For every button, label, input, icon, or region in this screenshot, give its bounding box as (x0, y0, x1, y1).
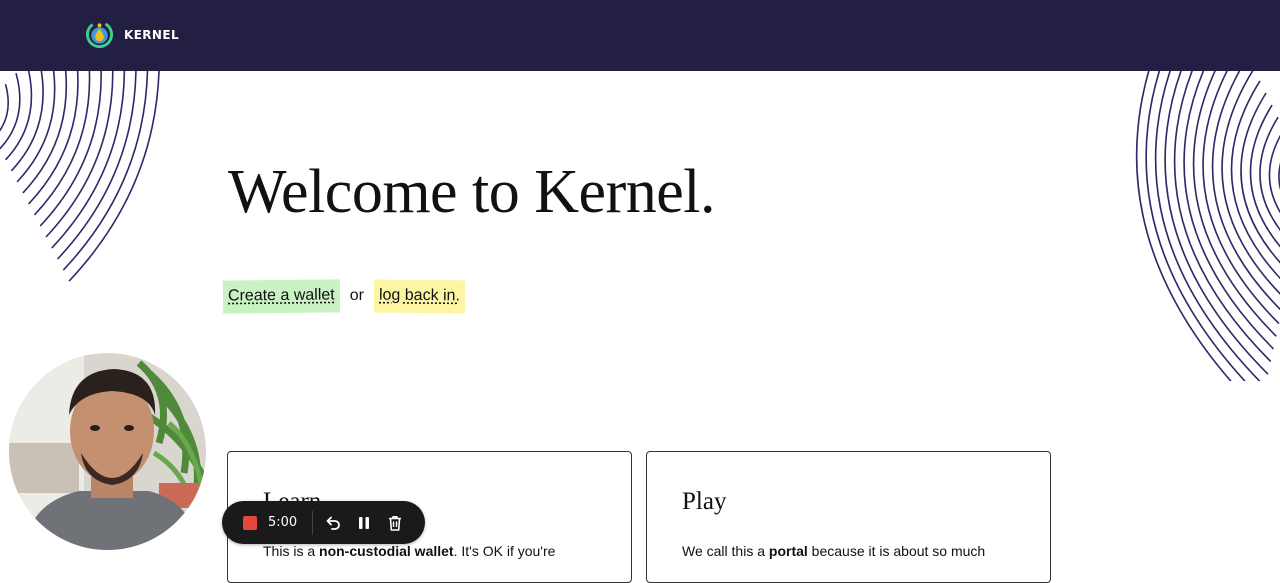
webcam-video-feed (9, 353, 206, 550)
play-card-text: We call this a portal because it is abou… (682, 543, 986, 559)
decorative-contour-lines-right (1135, 71, 1280, 381)
brand-name: KERNEL (124, 27, 180, 42)
recording-timer: 5:00 (268, 515, 298, 530)
kernel-logo-icon (85, 20, 114, 49)
top-navbar: KERNEL (0, 0, 1280, 71)
decorative-contour-lines-left (0, 71, 160, 282)
create-wallet-link[interactable]: Create a wallet (222, 278, 340, 314)
recorder-divider (312, 510, 313, 535)
play-card-title: Play (682, 488, 727, 515)
brand-home-link[interactable]: KERNEL (85, 20, 179, 49)
recorder-controls: 5:00 (222, 501, 425, 544)
undo-icon (326, 516, 340, 530)
pause-icon (359, 516, 369, 529)
play-card[interactable]: Play We call this a portal because it is… (646, 451, 1051, 583)
restart-button[interactable] (322, 512, 344, 534)
page-title: Welcome to Kernel. (228, 158, 715, 226)
pause-button[interactable] (353, 512, 375, 534)
or-text: or (349, 287, 364, 304)
log-back-in-link[interactable]: log back in. (373, 279, 466, 313)
webcam-bubble[interactable] (9, 353, 206, 550)
stop-recording-button[interactable] (243, 515, 257, 530)
trash-icon (389, 515, 401, 531)
auth-options: Create a wallet or log back in. (222, 278, 466, 314)
delete-recording-button[interactable] (384, 512, 406, 534)
learn-card-text: This is a non-custodial wallet. It's OK … (263, 543, 556, 559)
